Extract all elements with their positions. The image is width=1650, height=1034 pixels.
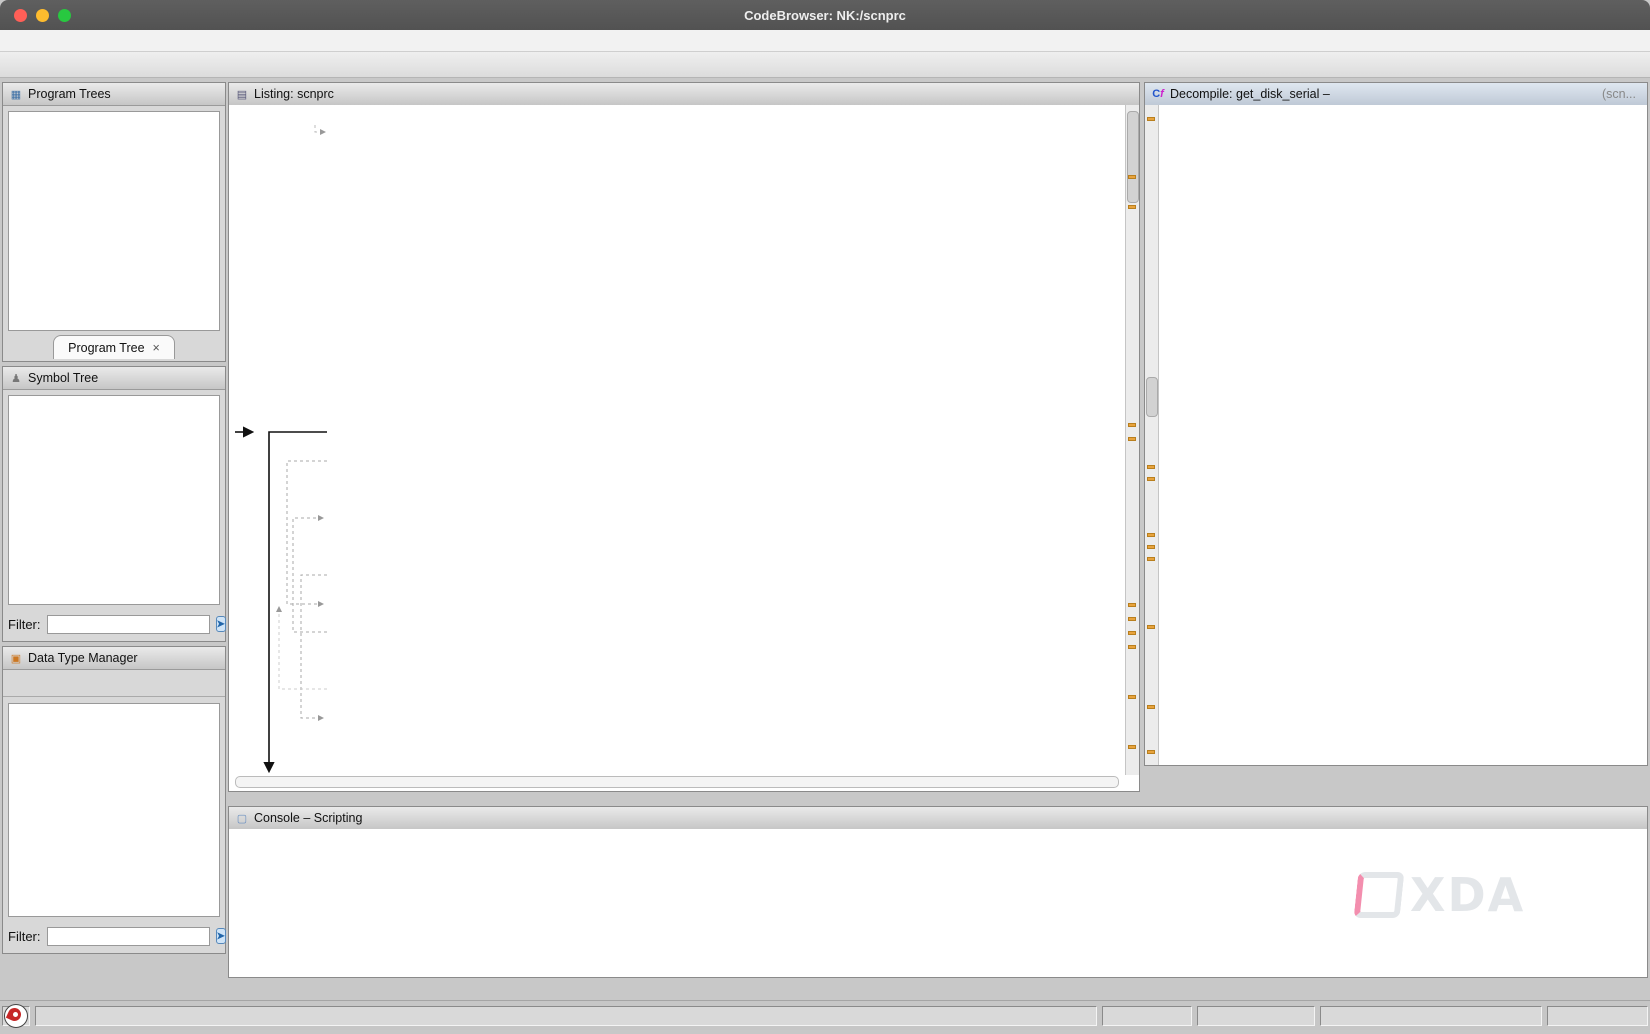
decompile-title-dim: (scn... bbox=[1602, 87, 1636, 101]
program-trees-title: Program Trees bbox=[28, 87, 111, 101]
program-trees-panel: ▦ Program Trees Program Tree × bbox=[2, 82, 226, 362]
listing-body[interactable] bbox=[229, 105, 1125, 775]
dtm-filter-row: Filter: ➤ bbox=[8, 923, 220, 949]
menu-bar bbox=[0, 30, 1650, 52]
xda-watermark-text: XDA bbox=[1410, 868, 1525, 922]
filter-label: Filter: bbox=[8, 929, 41, 944]
tab-program-tree[interactable]: Program Tree × bbox=[53, 335, 175, 359]
symbol-tree-title: Symbol Tree bbox=[28, 371, 98, 385]
title-bar: CodeBrowser: NK:/scnprc bbox=[0, 0, 1650, 30]
decompiler-icon: Cf bbox=[1150, 87, 1166, 101]
decompile-panel: Cf Decompile: get_disk_serial – (scn... bbox=[1144, 82, 1648, 766]
symbol-filter-row: Filter: ➤ bbox=[8, 611, 220, 637]
listing-hscrollbar[interactable] bbox=[235, 776, 1119, 788]
dtm-icon: ▣ bbox=[8, 651, 24, 665]
symbol-tree bbox=[8, 395, 220, 605]
symbol-tree-icon: ♟ bbox=[8, 371, 24, 385]
window-title: CodeBrowser: NK:/scnprc bbox=[0, 8, 1650, 23]
data-type-manager-panel: ▣ Data Type Manager Filter: ➤ bbox=[2, 646, 226, 954]
console-icon: ▢ bbox=[234, 811, 250, 825]
decompile-header[interactable]: Cf Decompile: get_disk_serial – (scn... bbox=[1145, 83, 1647, 106]
status-bar bbox=[0, 1000, 1650, 1030]
main-toolbar bbox=[0, 52, 1650, 78]
decompile-title: Decompile: get_disk_serial – bbox=[1170, 87, 1330, 101]
console-header[interactable]: ▢ Console – Scripting bbox=[229, 807, 1647, 830]
dtm-toolbar bbox=[3, 670, 225, 697]
status-extra-field bbox=[1547, 1006, 1648, 1026]
console-title: Console – Scripting bbox=[254, 811, 362, 825]
program-tree bbox=[8, 111, 220, 331]
ghidra-dragon-button[interactable] bbox=[2, 1006, 30, 1026]
listing-header[interactable]: ▤ Listing: scnprc bbox=[229, 83, 1139, 106]
tab-close-icon[interactable]: × bbox=[153, 341, 160, 355]
status-message-field bbox=[35, 1006, 1097, 1026]
xda-logo-icon bbox=[1354, 872, 1405, 918]
dtm-title: Data Type Manager bbox=[28, 651, 138, 665]
decompile-body[interactable] bbox=[1159, 105, 1647, 765]
tab-label: Program Tree bbox=[68, 341, 144, 355]
filter-options-icon[interactable]: ➤ bbox=[216, 616, 226, 632]
listing-panel: ▤ Listing: scnprc bbox=[228, 82, 1140, 792]
listing-title: Listing: scnprc bbox=[254, 87, 334, 101]
dtm-filter-input[interactable] bbox=[47, 927, 210, 946]
status-instruction-field bbox=[1320, 1006, 1542, 1026]
symbol-tree-panel: ♟ Symbol Tree Filter: ➤ bbox=[2, 366, 226, 642]
flow-arrows bbox=[229, 125, 359, 775]
program-trees-header[interactable]: ▦ Program Trees bbox=[3, 83, 225, 106]
ghidra-dragon-icon bbox=[4, 1004, 28, 1028]
status-function-field bbox=[1197, 1006, 1315, 1026]
filter-label: Filter: bbox=[8, 617, 41, 632]
dtm-header[interactable]: ▣ Data Type Manager bbox=[3, 647, 225, 670]
xda-watermark: XDA bbox=[1356, 868, 1525, 922]
symbol-filter-input[interactable] bbox=[47, 615, 210, 634]
program-trees-icon: ▦ bbox=[8, 87, 24, 101]
listing-icon: ▤ bbox=[234, 87, 250, 101]
listing-scrollbar[interactable] bbox=[1125, 105, 1139, 775]
filter-options-icon[interactable]: ➤ bbox=[216, 928, 226, 944]
dtm-tree bbox=[8, 703, 220, 917]
decompile-scrollbar[interactable] bbox=[1145, 105, 1159, 765]
codebrowser-window: { "window": {"title": "CodeBrowser: NK:/… bbox=[0, 0, 1650, 1034]
status-address-field bbox=[1102, 1006, 1192, 1026]
program-tree-tab-row: Program Tree × bbox=[3, 335, 225, 359]
symbol-tree-header[interactable]: ♟ Symbol Tree bbox=[3, 367, 225, 390]
